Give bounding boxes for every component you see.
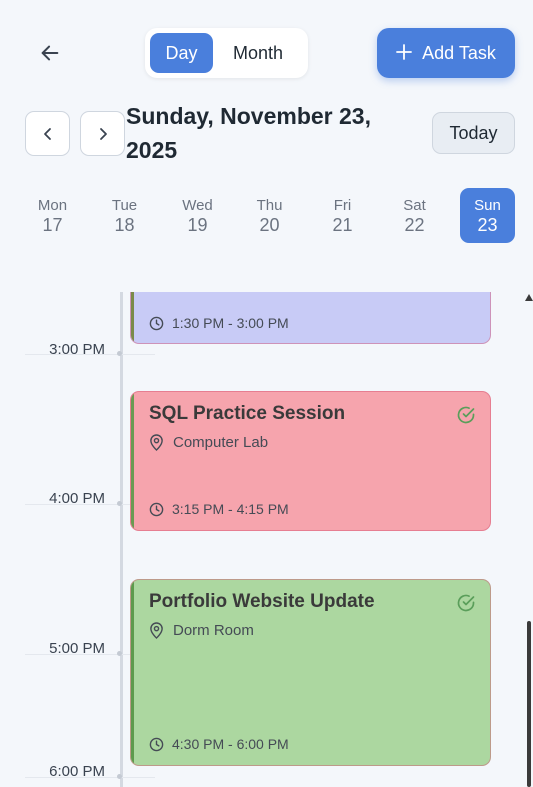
scrollbar-thumb[interactable] — [527, 621, 531, 787]
weekday-label: Tue — [111, 196, 138, 214]
today-button[interactable]: Today — [432, 112, 515, 154]
hour-label: 5:00 PM — [49, 640, 105, 657]
hour-marker — [117, 351, 122, 356]
chevron-right-icon — [99, 127, 107, 140]
hour-label: 4:00 PM — [49, 490, 105, 507]
event-color-bar — [131, 292, 134, 343]
week-day-mon[interactable]: Mon 17 — [25, 188, 80, 243]
plus-icon — [396, 41, 413, 65]
clock-icon — [149, 502, 164, 516]
weekday-label: Fri — [333, 196, 352, 214]
week-day-tue[interactable]: Tue 18 — [97, 188, 152, 243]
event-card[interactable]: SQL Practice Session Computer Lab 3:15 P… — [130, 391, 491, 531]
location-pin-icon — [150, 622, 163, 639]
event-location-text: Dorm Room — [173, 622, 254, 639]
chevron-left-icon — [43, 127, 51, 140]
month-view-button[interactable]: Month — [213, 33, 303, 73]
day-timeline[interactable]: 3:00 PM 4:00 PM 5:00 PM 6:00 PM 1:30 PM … — [0, 292, 533, 787]
event-title: Portfolio Website Update — [149, 591, 375, 612]
location-pin-icon — [150, 434, 163, 451]
event-time: 3:15 PM - 4:15 PM — [149, 501, 289, 517]
event-location: Computer Lab — [149, 434, 268, 451]
hour-label: 6:00 PM — [49, 763, 105, 780]
week-strip: Mon 17 Tue 18 Wed 19 Thu 20 Fri 21 Sat 2… — [0, 188, 533, 244]
event-card[interactable]: 1:30 PM - 3:00 PM — [130, 292, 491, 344]
event-time-text: 1:30 PM - 3:00 PM — [172, 315, 289, 331]
add-task-label: Add Task — [422, 42, 496, 63]
weekday-label: Wed — [182, 196, 213, 214]
add-task-button[interactable]: Add Task — [377, 28, 515, 78]
arrow-left-icon — [41, 45, 59, 61]
week-day-fri[interactable]: Fri 21 — [315, 188, 370, 243]
check-circle-icon[interactable] — [456, 405, 476, 430]
event-time-text: 4:30 PM - 6:00 PM — [172, 736, 289, 752]
week-day-thu[interactable]: Thu 20 — [242, 188, 297, 243]
day-number: 17 — [42, 214, 63, 235]
weekday-label: Sun — [474, 196, 501, 214]
day-number: 20 — [259, 214, 280, 235]
day-number: 18 — [114, 214, 135, 235]
check-circle-icon[interactable] — [456, 593, 476, 618]
day-view-button[interactable]: Day — [150, 33, 213, 73]
day-number: 19 — [187, 214, 208, 235]
event-color-bar — [131, 580, 134, 765]
view-toggle: Day Month — [145, 28, 308, 78]
week-day-sat[interactable]: Sat 22 — [387, 188, 442, 243]
week-day-sun[interactable]: Sun 23 — [460, 188, 515, 243]
clock-icon — [149, 316, 164, 330]
event-color-bar — [131, 392, 134, 530]
hour-marker — [117, 501, 122, 506]
event-time: 1:30 PM - 3:00 PM — [149, 315, 289, 331]
event-card[interactable]: Portfolio Website Update Dorm Room 4:30 … — [130, 579, 491, 766]
event-time-text: 3:15 PM - 4:15 PM — [172, 501, 289, 517]
weekday-label: Sat — [403, 196, 426, 214]
weekday-label: Thu — [256, 196, 283, 214]
week-day-wed[interactable]: Wed 19 — [170, 188, 225, 243]
hour-marker — [117, 774, 122, 779]
event-location-text: Computer Lab — [173, 434, 269, 451]
event-title: SQL Practice Session — [149, 403, 346, 424]
day-number: 23 — [477, 214, 498, 235]
day-number: 22 — [404, 214, 425, 235]
back-button[interactable] — [30, 33, 70, 73]
event-location: Dorm Room — [149, 622, 254, 639]
weekday-label: Mon — [37, 196, 68, 214]
selected-date-title: Sunday, November 23, 2025 — [126, 103, 371, 163]
hour-marker — [117, 651, 122, 656]
timeline-axis — [120, 292, 123, 787]
event-time: 4:30 PM - 6:00 PM — [149, 736, 289, 752]
clock-icon — [149, 737, 164, 751]
previous-day-button[interactable] — [25, 111, 70, 156]
hour-label: 3:00 PM — [49, 341, 105, 358]
next-day-button[interactable] — [80, 111, 125, 156]
day-number: 21 — [332, 214, 353, 235]
scroll-up-arrow[interactable] — [525, 292, 533, 306]
